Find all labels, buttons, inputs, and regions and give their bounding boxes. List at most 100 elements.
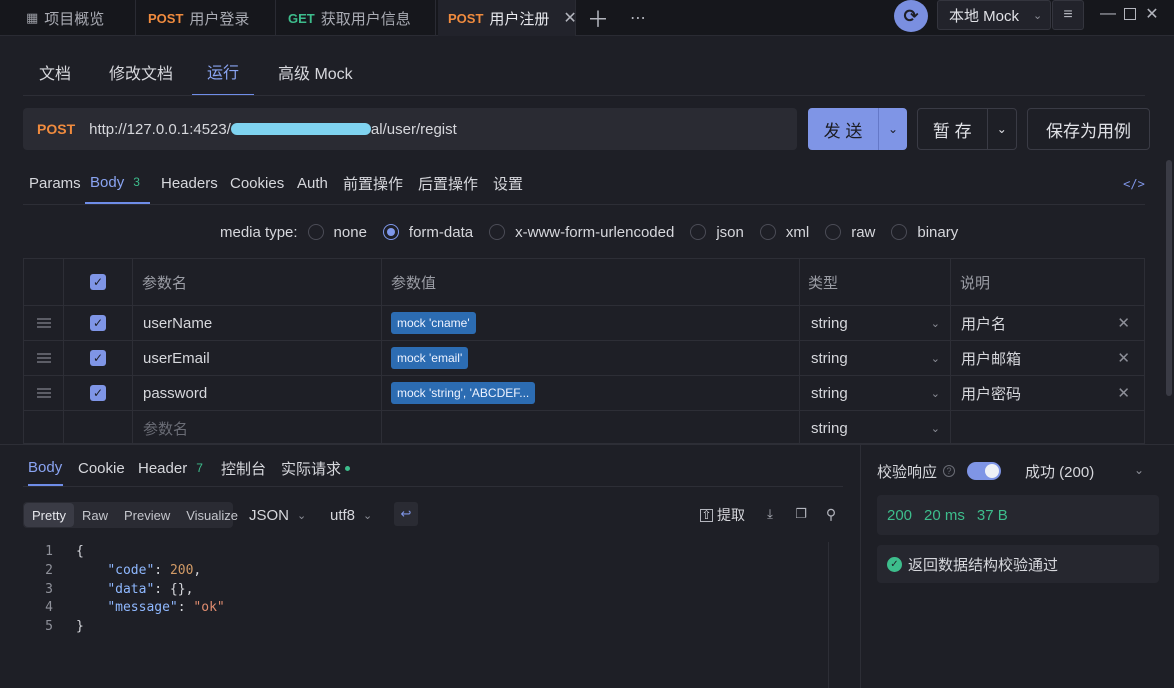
drag-handle-icon[interactable]: [24, 341, 64, 375]
code-line: }: [76, 619, 84, 634]
check-icon: ✓: [90, 315, 106, 331]
sync-icon[interactable]: ⟳: [894, 0, 928, 32]
more-icon[interactable]: ⋯: [624, 4, 652, 32]
radio-xml[interactable]: [759, 224, 776, 240]
tab-post-processors[interactable]: 后置操作: [418, 162, 478, 204]
chevron-down-icon[interactable]: ⌄: [986, 109, 1016, 149]
param-value[interactable]: mock 'email': [382, 341, 800, 375]
table-header: ✓ 参数名 参数值 类型 说明: [24, 259, 1144, 305]
radio-x-www-form-urlencoded[interactable]: [489, 224, 506, 240]
response-code-viewer[interactable]: 1 { 2 "code": 200, 3 "data": {}, 4 "mess…: [23, 542, 843, 688]
param-desc-input[interactable]: [951, 411, 1144, 445]
empty-checkbox-cell: [64, 411, 133, 445]
subtab-docs[interactable]: 文档: [39, 48, 71, 96]
chevron-down-icon[interactable]: ⌄: [878, 108, 907, 150]
select-all-checkbox[interactable]: ✓: [64, 259, 133, 305]
extract-button[interactable]: ⇧ 提取: [700, 504, 745, 526]
close-icon[interactable]: ✕: [563, 8, 576, 28]
param-value[interactable]: mock 'cname': [382, 306, 800, 340]
add-tab-icon[interactable]: ＋: [584, 4, 612, 32]
scrollbar[interactable]: [1166, 160, 1172, 396]
url-input[interactable]: POST http://127.0.0.1:4523/ al/user/regi…: [23, 108, 797, 150]
tab-params[interactable]: Params: [29, 162, 81, 204]
view-preview[interactable]: Preview: [116, 503, 178, 527]
delete-icon[interactable]: ✕: [1117, 314, 1130, 332]
param-desc[interactable]: 用户邮箱 ✕: [951, 341, 1144, 375]
row-checkbox[interactable]: ✓: [64, 341, 133, 375]
encoding-select[interactable]: utf8 ⌄: [330, 504, 372, 526]
radio-raw[interactable]: [825, 224, 842, 240]
code-scrollbar[interactable]: [828, 542, 842, 688]
tab-auth[interactable]: Auth: [297, 162, 328, 204]
drag-icon: [36, 388, 51, 398]
validation-toggle[interactable]: [967, 462, 1002, 480]
close-window-icon[interactable]: ✕: [1142, 4, 1162, 24]
format-select[interactable]: JSON ⌄: [249, 504, 306, 526]
send-button[interactable]: 发 送 ⌄: [808, 108, 907, 150]
maximize-icon[interactable]: [1120, 4, 1140, 24]
radio-json[interactable]: [690, 224, 707, 240]
copy-icon[interactable]: ❐: [792, 505, 810, 523]
menu-icon[interactable]: ≡: [1052, 0, 1084, 30]
method-label: POST: [37, 121, 76, 137]
validation-result[interactable]: 成功 (200): [1025, 461, 1094, 482]
subtab-run[interactable]: 运行: [192, 48, 254, 96]
save-button[interactable]: 暂 存 ⌄: [917, 108, 1017, 150]
tab-response-body[interactable]: Body: [28, 450, 63, 486]
tab-actual-request[interactable]: 实际请求: [281, 450, 351, 486]
environment-select[interactable]: 本地 Mock ⌄: [937, 0, 1051, 30]
row-checkbox[interactable]: ✓: [64, 306, 133, 340]
param-name[interactable]: password: [133, 376, 382, 410]
download-icon[interactable]: ⤓: [761, 505, 779, 523]
view-pretty[interactable]: Pretty: [24, 503, 74, 527]
divider: [23, 95, 1145, 96]
mock-tag: mock 'string', 'ABCDEF...: [391, 382, 536, 404]
param-desc[interactable]: 用户密码 ✕: [951, 376, 1144, 410]
subtab-edit-docs[interactable]: 修改文档: [109, 48, 173, 96]
tab-cookies[interactable]: Cookies: [230, 162, 284, 204]
delete-icon[interactable]: ✕: [1117, 384, 1130, 402]
tab-response-header[interactable]: Header 7: [138, 450, 208, 486]
mock-tag: mock 'cname': [391, 312, 476, 334]
param-desc[interactable]: 用户名 ✕: [951, 306, 1144, 340]
row-checkbox[interactable]: ✓: [64, 376, 133, 410]
wrap-icon[interactable]: ↩: [394, 502, 418, 526]
tab-headers[interactable]: Headers: [161, 162, 218, 204]
tab-project-overview[interactable]: ▦ 项目概览: [16, 0, 136, 36]
type-select[interactable]: string ⌄: [800, 411, 951, 445]
type-select[interactable]: string ⌄: [800, 341, 951, 375]
tab-console[interactable]: 控制台: [221, 450, 266, 486]
subtab-advanced-mock[interactable]: 高级 Mock: [278, 48, 353, 96]
help-icon[interactable]: ?: [943, 465, 956, 477]
desc-label: 用户邮箱: [961, 350, 1022, 368]
param-name[interactable]: userEmail: [133, 341, 382, 375]
view-raw[interactable]: Raw: [74, 503, 116, 527]
param-value-input[interactable]: [382, 411, 800, 445]
delete-icon[interactable]: ✕: [1117, 349, 1130, 367]
drag-handle-icon[interactable]: [24, 376, 64, 410]
tab-settings[interactable]: 设置: [493, 162, 523, 204]
minimize-icon[interactable]: —: [1098, 4, 1118, 24]
type-select[interactable]: string ⌄: [800, 306, 951, 340]
chevron-down-icon[interactable]: ⌄: [1134, 463, 1144, 477]
param-name[interactable]: userName: [133, 306, 382, 340]
tab-user-login[interactable]: POST 用户登录: [138, 0, 276, 36]
tab-response-cookie[interactable]: Cookie: [78, 450, 125, 486]
media-type-group: media type: none form-data x-www-form-ur…: [220, 220, 958, 244]
code-icon[interactable]: </>: [1123, 175, 1145, 193]
tab-user-register[interactable]: POST 用户注册 ✕: [438, 0, 577, 36]
radio-none[interactable]: [307, 224, 324, 240]
tab-get-user-info[interactable]: GET 获取用户信息: [278, 0, 436, 36]
param-name-input[interactable]: 参数名: [133, 411, 382, 445]
radio-binary[interactable]: [891, 224, 908, 240]
type-select[interactable]: string ⌄: [800, 376, 951, 410]
tab-body[interactable]: Body 3: [85, 162, 150, 204]
tab-pre-processors[interactable]: 前置操作: [343, 162, 403, 204]
view-visualize[interactable]: Visualize: [178, 503, 246, 527]
radio-form-data[interactable]: [382, 224, 399, 240]
drag-handle-icon[interactable]: [24, 306, 64, 340]
param-value[interactable]: mock 'string', 'ABCDEF...: [382, 376, 800, 410]
save-as-case-button[interactable]: 保存为用例: [1027, 108, 1150, 150]
encoding-label: utf8: [330, 506, 356, 524]
search-icon[interactable]: ⚲: [822, 505, 840, 523]
